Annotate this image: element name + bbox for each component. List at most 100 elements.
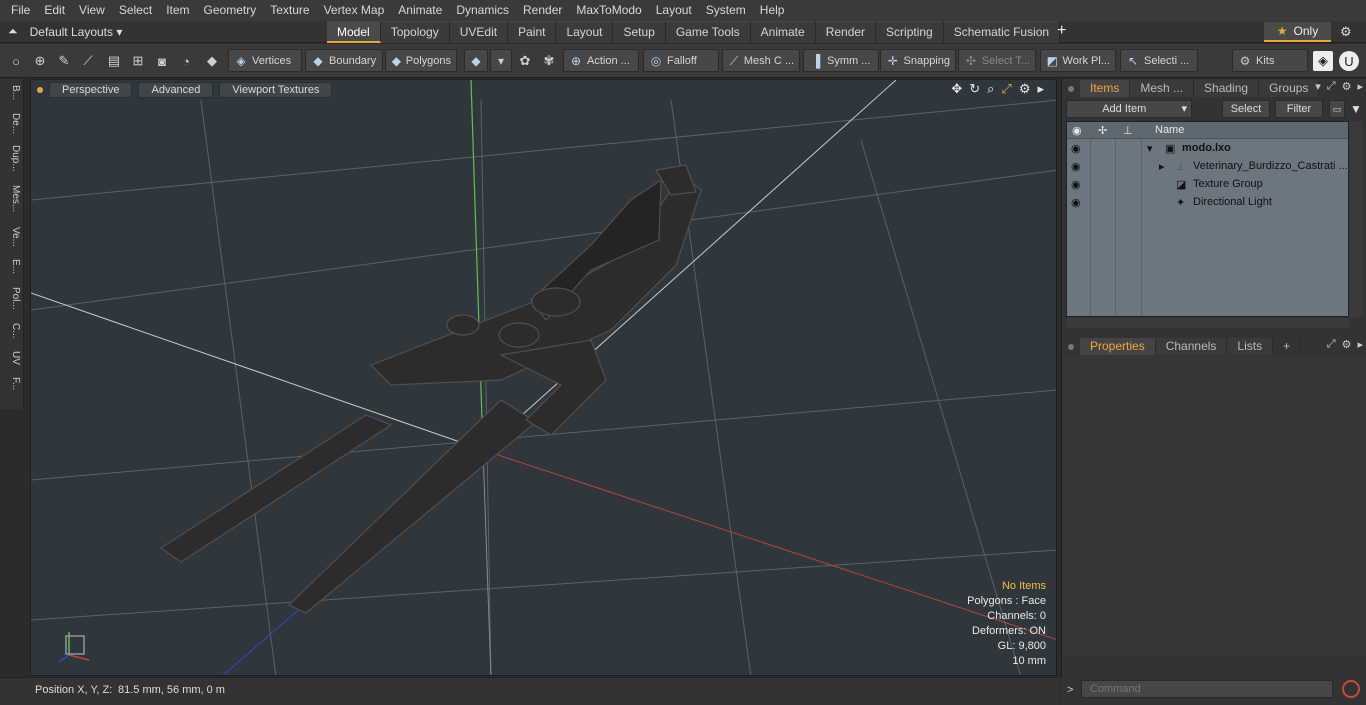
item-mode-button[interactable]: ◆ bbox=[464, 49, 488, 72]
tab-mesh[interactable]: Mesh ... bbox=[1130, 80, 1195, 97]
add-panel-tab-icon[interactable]: + bbox=[1273, 338, 1302, 355]
circle-select-icon[interactable]: ○ bbox=[6, 51, 26, 71]
tab-shading[interactable]: Shading bbox=[1194, 80, 1260, 97]
selection-sets-button[interactable]: ↖ Selecti ... bbox=[1120, 49, 1198, 72]
visibility-column-icon[interactable]: ◉ bbox=[1072, 124, 1082, 137]
work-plane-button[interactable]: ◩ Work Pl... bbox=[1040, 49, 1116, 72]
panel-arrow-icon[interactable]: ▸ bbox=[1357, 80, 1363, 93]
tab-schematic-fusion[interactable]: Schematic Fusion bbox=[943, 21, 1061, 43]
filter-button[interactable]: Filter bbox=[1275, 100, 1323, 118]
panel-gear-icon[interactable]: ⚙ bbox=[1342, 338, 1352, 351]
left-tab-edge[interactable]: E... bbox=[3, 259, 21, 274]
menu-layout[interactable]: Layout bbox=[649, 0, 699, 21]
tab-paint[interactable]: Paint bbox=[508, 21, 557, 43]
item-list[interactable]: ◉ ✢ ⊥ Name ◉ ▾ ▣ modo.lxo ◉ ▸ ⊥ Veterina… bbox=[1066, 121, 1349, 317]
tab-topology[interactable]: Topology bbox=[380, 21, 450, 43]
left-tab-duplicate[interactable]: Dup... bbox=[3, 145, 21, 172]
panel-arrow-icon[interactable]: ▸ bbox=[1357, 338, 1363, 351]
fit-icon[interactable]: ⤢ bbox=[1001, 81, 1011, 97]
menu-item[interactable]: Item bbox=[159, 0, 196, 21]
tab-scripting[interactable]: Scripting bbox=[876, 21, 944, 43]
brush-icon[interactable]: ⟋ bbox=[78, 51, 98, 71]
unreal-icon[interactable]: U bbox=[1339, 51, 1359, 71]
maximize-icon[interactable]: ⤢ bbox=[1327, 80, 1336, 93]
eye-icon[interactable]: ◉ bbox=[1071, 178, 1085, 191]
select-button[interactable]: Select bbox=[1222, 100, 1270, 118]
menu-texture[interactable]: Texture bbox=[263, 0, 316, 21]
left-tab-mesh-edit[interactable]: Mes... bbox=[3, 185, 21, 212]
advanced-button[interactable]: Advanced bbox=[138, 81, 214, 98]
unity-icon[interactable]: ◈ bbox=[1313, 51, 1333, 71]
texture-icon[interactable]: ✾ bbox=[539, 51, 559, 71]
maximize-icon[interactable]: ⤢ bbox=[1327, 338, 1336, 351]
chevron-down-icon[interactable]: ▾ bbox=[1315, 80, 1321, 93]
cube-shade-icon[interactable]: ◆ bbox=[202, 51, 222, 71]
tab-setup[interactable]: Setup bbox=[613, 21, 666, 43]
menu-geometry[interactable]: Geometry bbox=[197, 0, 264, 21]
menu-help[interactable]: Help bbox=[753, 0, 792, 21]
name-column-header[interactable]: Name bbox=[1155, 124, 1184, 136]
add-tab-icon[interactable]: + bbox=[1057, 22, 1066, 40]
menu-file[interactable]: File bbox=[4, 0, 37, 21]
menu-select[interactable]: Select bbox=[112, 0, 159, 21]
item-list-hscrollbar[interactable] bbox=[1066, 318, 1349, 328]
left-tab-curve[interactable]: C... bbox=[3, 323, 21, 339]
mode-dropdown[interactable]: ▾ bbox=[490, 49, 512, 72]
type-column-icon[interactable]: ⊥ bbox=[1123, 124, 1133, 137]
expand-icon[interactable]: ▾ bbox=[1147, 142, 1153, 155]
tab-groups[interactable]: Groups bbox=[1259, 80, 1320, 97]
align-icon[interactable]: ▤ bbox=[104, 51, 124, 71]
tab-channels[interactable]: Channels bbox=[1155, 338, 1228, 355]
center-icon[interactable]: ⊞ bbox=[128, 51, 148, 71]
layout-collapse-icon[interactable]: ⏶ bbox=[8, 24, 18, 39]
material-icon[interactable]: ✿ bbox=[515, 51, 535, 71]
boundary-button[interactable]: ◆ Boundary bbox=[305, 49, 383, 72]
panel-gear-icon[interactable]: ⚙ bbox=[1342, 80, 1352, 93]
left-tab-deform[interactable]: De... bbox=[3, 113, 21, 134]
viewport-expand-icon[interactable]: ▸ bbox=[1037, 81, 1044, 97]
menu-render[interactable]: Render bbox=[516, 0, 569, 21]
pen-icon[interactable]: ✎ bbox=[54, 51, 74, 71]
menu-maxtomodo[interactable]: MaxToModo bbox=[569, 0, 648, 21]
action-center-button[interactable]: ⊕ Action ... bbox=[563, 49, 639, 72]
tab-model[interactable]: Model bbox=[327, 21, 381, 43]
tab-lists[interactable]: Lists bbox=[1227, 338, 1274, 355]
viewport-textures-button[interactable]: Viewport Textures bbox=[219, 81, 333, 98]
list-item[interactable]: ◉ ✦ Directional Light bbox=[1067, 194, 1348, 212]
default-layouts-dropdown[interactable]: Default Layouts ▾ bbox=[30, 25, 123, 39]
tab-properties[interactable]: Properties bbox=[1080, 338, 1156, 355]
menu-vertex-map[interactable]: Vertex Map bbox=[317, 0, 392, 21]
expand-icon[interactable]: ▸ bbox=[1159, 160, 1165, 173]
add-item-button[interactable]: Add Item ▾ bbox=[1066, 100, 1192, 118]
menu-edit[interactable]: Edit bbox=[37, 0, 72, 21]
rotate-view-icon[interactable]: ↻ bbox=[969, 81, 980, 97]
left-tab-vertex[interactable]: Ve... bbox=[3, 227, 21, 247]
pan-icon[interactable]: ✥ bbox=[951, 81, 962, 97]
tab-uvedit[interactable]: UVEdit bbox=[449, 21, 509, 43]
left-tab-fusion[interactable]: F... bbox=[3, 377, 21, 390]
list-item[interactable]: ◉ ▾ ▣ modo.lxo bbox=[1067, 140, 1348, 158]
list-item[interactable]: ◉ ◪ Texture Group bbox=[1067, 176, 1348, 194]
mesh-constraints-button[interactable]: ⟋ Mesh C ... bbox=[722, 49, 800, 72]
item-list-vscrollbar[interactable] bbox=[1349, 121, 1363, 317]
funnel-icon[interactable]: ▼ bbox=[1348, 100, 1364, 118]
tab-animate[interactable]: Animate bbox=[750, 21, 816, 43]
eye-icon[interactable]: ◉ bbox=[1071, 196, 1085, 209]
menu-animate[interactable]: Animate bbox=[391, 0, 449, 21]
command-input[interactable] bbox=[1081, 680, 1333, 698]
frame-icon[interactable]: ◙ bbox=[152, 51, 172, 71]
eye-icon[interactable]: ◉ bbox=[1071, 142, 1085, 155]
tab-render[interactable]: Render bbox=[815, 21, 877, 43]
panel-menu-dot[interactable] bbox=[1068, 343, 1074, 350]
tab-layout[interactable]: Layout bbox=[556, 21, 614, 43]
symmetry-button[interactable]: ▐ Symm ... bbox=[803, 49, 879, 72]
tab-game-tools[interactable]: Game Tools bbox=[665, 21, 751, 43]
left-tab-polygon[interactable]: Pol... bbox=[3, 287, 21, 310]
left-tab-basic[interactable]: B... bbox=[3, 85, 21, 100]
gear-icon[interactable]: ⚙ bbox=[1340, 24, 1352, 40]
menu-system[interactable]: System bbox=[699, 0, 753, 21]
left-tab-uv[interactable]: UV bbox=[3, 351, 21, 365]
lock-column-icon[interactable]: ✢ bbox=[1098, 124, 1107, 137]
viewport-settings-icon[interactable]: ⚙ bbox=[1019, 81, 1031, 97]
snapping-button[interactable]: ✛ Snapping bbox=[880, 49, 956, 72]
